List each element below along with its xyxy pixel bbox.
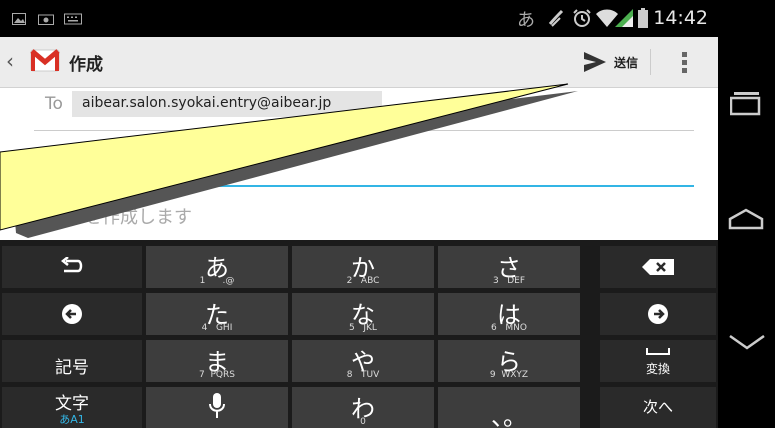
key-ta[interactable]: た 4 GHI — [146, 293, 288, 335]
space-icon — [646, 348, 670, 355]
recent-apps-icon[interactable] — [730, 90, 762, 116]
cursor-right-key[interactable] — [600, 293, 716, 335]
key-sub-label: 3 DEF — [492, 276, 526, 286]
key-na[interactable]: な 5 JKL — [292, 293, 434, 335]
input-mode-key[interactable]: 文字 あA1 — [2, 387, 142, 428]
key-punctuation[interactable]: 、。 — [438, 387, 580, 428]
key-label: 次へ — [642, 398, 673, 416]
navigation-bar — [718, 0, 775, 428]
key-sub-label: 1 .@ — [199, 276, 235, 286]
key-wa[interactable]: わ 0 — [292, 387, 434, 428]
undo-key[interactable] — [2, 246, 142, 288]
key-ma[interactable]: ま 7 PQRS — [146, 340, 288, 382]
mic-icon — [209, 393, 225, 418]
key-ya[interactable]: や 8 TUV — [292, 340, 434, 382]
key-sub-label: 9 WXYZ — [489, 370, 529, 380]
left-arrow-icon — [62, 304, 82, 324]
cursor-left-key[interactable] — [2, 293, 142, 335]
key-sa[interactable]: さ 3 DEF — [438, 246, 580, 288]
right-arrow-icon — [648, 304, 668, 324]
home-icon[interactable] — [728, 208, 764, 230]
symbols-key[interactable]: 記号 — [2, 340, 142, 382]
convert-key[interactable]: 変換 — [600, 340, 716, 382]
key-label: 変換 — [645, 362, 670, 376]
key-ra[interactable]: ら 9 WXYZ — [438, 340, 580, 382]
key-label: 記号 — [55, 358, 89, 378]
undo-icon — [60, 257, 83, 273]
key-sub-label: 0 — [360, 417, 366, 427]
key-sub-label: 7 PQRS — [199, 370, 235, 380]
key-ka[interactable]: か 2 ABC — [292, 246, 434, 288]
soft-keyboard: あ 1 .@ か 2 ABC さ 3 DEF た 4 GHI な 5 JKL は… — [0, 240, 718, 428]
mic-key[interactable] — [146, 387, 288, 428]
key-main-char: 、。 — [491, 403, 527, 428]
input-mode-indicator: あA1 — [59, 413, 85, 426]
backspace-icon — [642, 259, 674, 275]
key-sub-label: 8 TUV — [346, 370, 380, 380]
key-ha[interactable]: は 6 MNO — [438, 293, 580, 335]
key-sub-label: 4 GHI — [201, 323, 233, 333]
next-key[interactable]: 次へ — [600, 387, 716, 428]
key-sub-label: 5 JKL — [349, 323, 377, 333]
key-sub-label: 2 ABC — [346, 276, 380, 286]
key-sub-label: 6 MNO — [491, 323, 527, 333]
key-a[interactable]: あ 1 .@ — [146, 246, 288, 288]
back-icon[interactable] — [728, 332, 766, 354]
phone-screen: あ 14:42 ‹ 作成 送信 To aibear.salon.syokai.e… — [0, 0, 718, 428]
backspace-key[interactable] — [600, 246, 716, 288]
